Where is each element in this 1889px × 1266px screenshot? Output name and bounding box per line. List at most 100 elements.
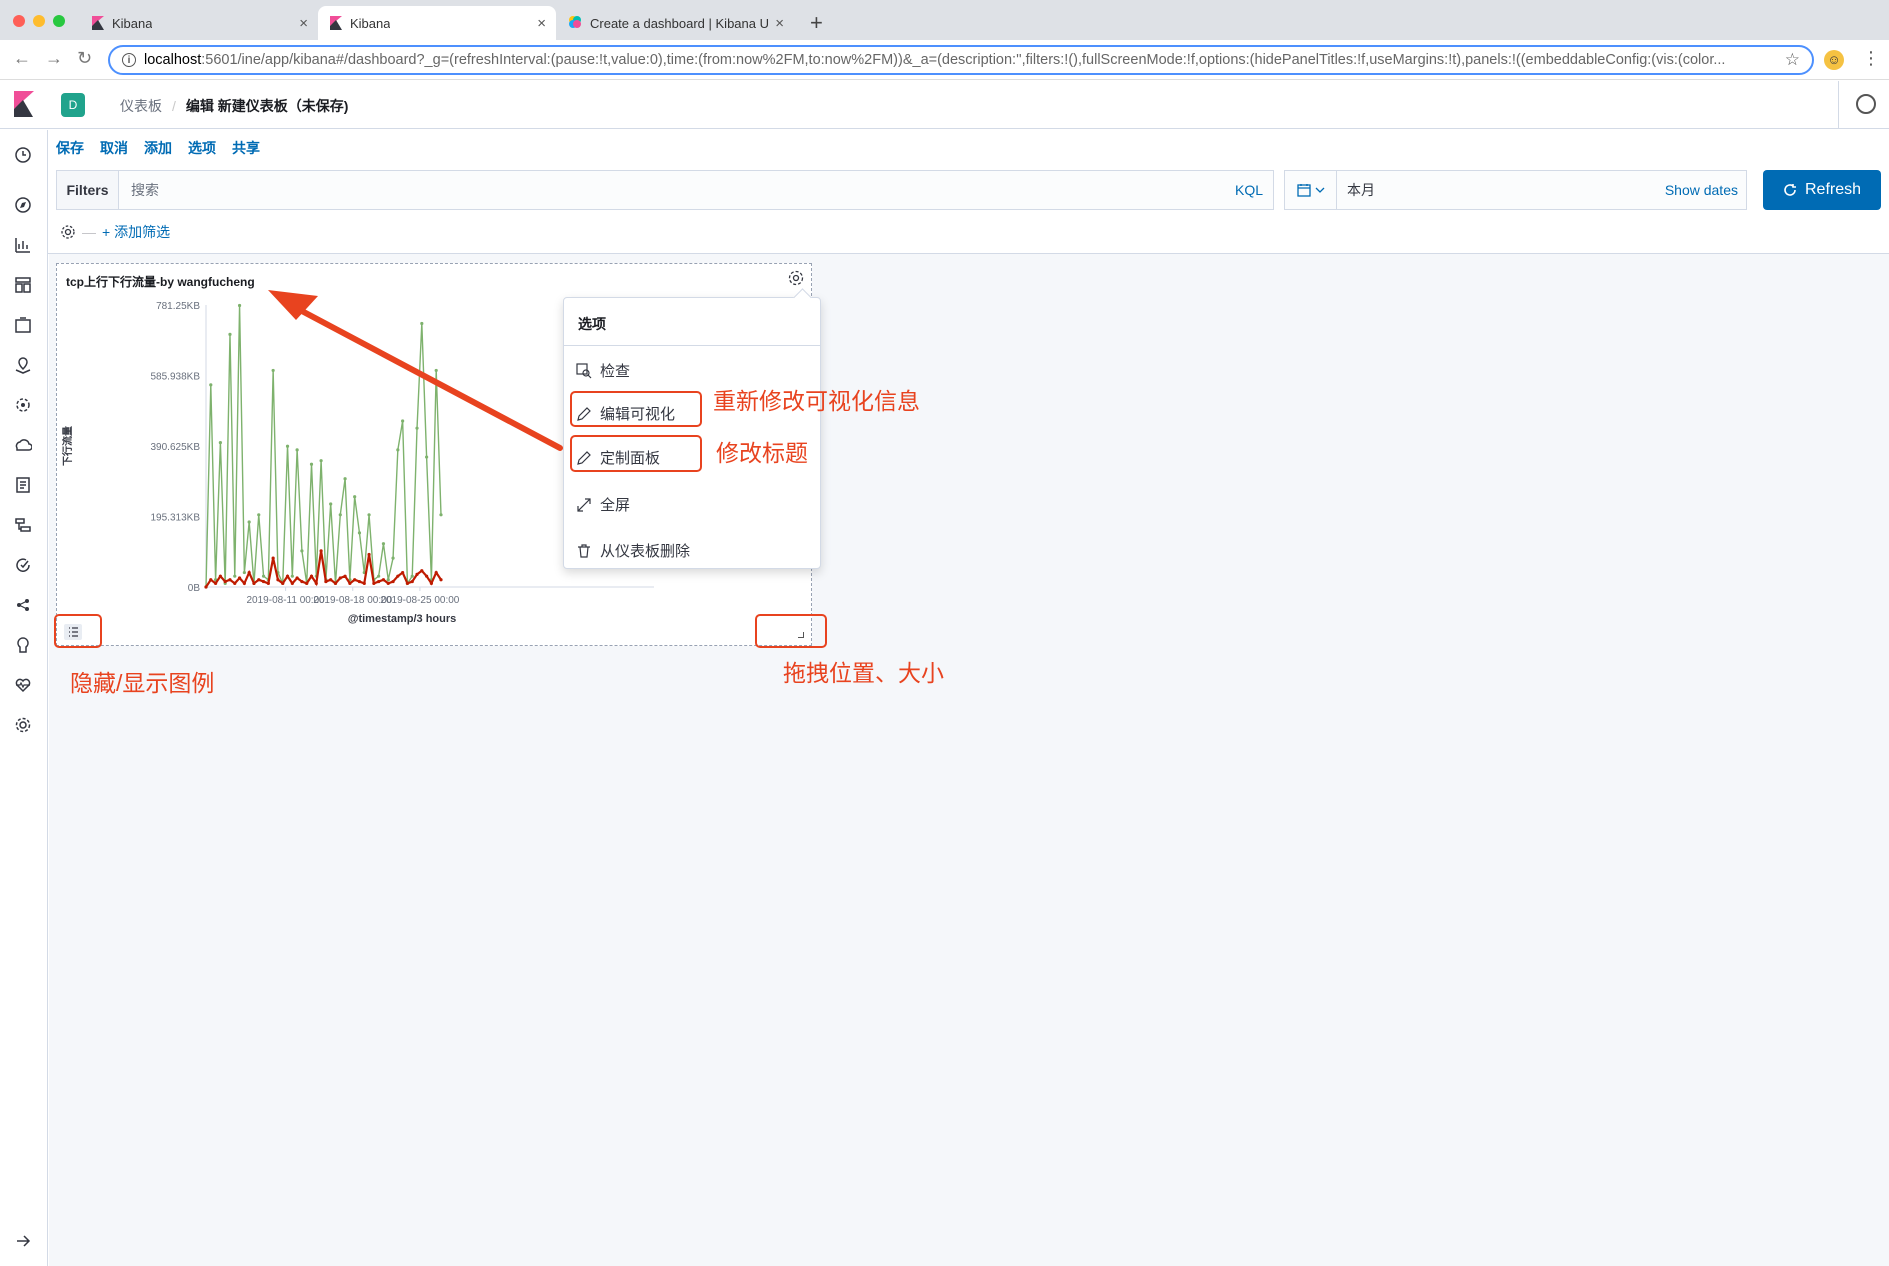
tab-title: Create a dashboard | Kibana U (590, 15, 769, 31)
data-point (247, 570, 251, 575)
graph-icon[interactable] (14, 596, 34, 616)
apm-icon[interactable] (14, 516, 34, 536)
data-point (257, 513, 261, 517)
data-point (405, 581, 410, 585)
maximize-window-button[interactable] (53, 15, 65, 27)
monitoring-icon[interactable] (14, 676, 34, 696)
data-point (357, 531, 362, 535)
help-icon[interactable] (1856, 94, 1876, 114)
logs-icon[interactable] (14, 476, 34, 496)
close-tab-icon[interactable]: × (775, 15, 784, 32)
data-point (381, 578, 386, 582)
data-point (324, 579, 328, 584)
infrastructure-icon[interactable] (14, 436, 34, 456)
kibana-logo-icon[interactable] (14, 91, 34, 117)
annotation-box-resize (755, 614, 827, 648)
browser-tab-active[interactable]: Kibana × (318, 6, 556, 40)
data-point (314, 581, 318, 585)
delete-from-dashboard-menu-item[interactable]: 从仪表板删除 (576, 540, 690, 561)
discover-compass-icon[interactable] (14, 196, 34, 216)
url-input[interactable]: i localhost:5601/ine/app/kibana#/dashboa… (108, 45, 1814, 75)
data-point (218, 574, 222, 578)
data-point (343, 477, 347, 481)
back-icon[interactable]: ← (13, 48, 31, 69)
recent-clock-icon[interactable] (14, 146, 34, 166)
breadcrumb-current: 编辑 新建仪表板（未保存) (185, 98, 349, 114)
query-bar: Filters KQL (56, 170, 1274, 210)
data-point (425, 455, 429, 459)
data-point (401, 419, 405, 423)
data-point (261, 574, 266, 578)
data-point (439, 578, 443, 582)
uptime-icon[interactable] (14, 556, 34, 576)
data-point (271, 368, 275, 373)
quick-select-button[interactable] (1285, 171, 1337, 209)
inspect-label: 检查 (600, 363, 631, 380)
expand-nav-arrow-icon[interactable] (14, 1232, 34, 1252)
data-point (434, 570, 438, 575)
data-point (415, 572, 419, 576)
profile-avatar-icon[interactable]: ☺ (1824, 50, 1844, 70)
visualize-icon[interactable] (14, 236, 34, 256)
data-point (353, 495, 357, 499)
dev-tools-icon[interactable] (14, 636, 34, 656)
forward-icon[interactable]: → (45, 48, 63, 69)
inspect-menu-item[interactable]: 检查 (576, 360, 630, 381)
info-icon[interactable]: i (122, 53, 136, 67)
dashboard-icon[interactable] (14, 276, 34, 296)
inspect-icon (576, 362, 592, 378)
x-axis-title: @timestamp/3 hours (348, 613, 457, 625)
show-dates-button[interactable]: Show dates (1665, 182, 1738, 198)
top-nav-menu: 保存 取消 添加 选项 共享 (56, 138, 260, 158)
breadcrumb-dashboard[interactable]: 仪表板 (120, 96, 162, 116)
data-point (386, 581, 390, 585)
tab-title: Kibana (350, 15, 391, 31)
breadcrumb-separator: / (172, 98, 176, 114)
data-point (410, 574, 414, 578)
close-tab-icon[interactable]: × (299, 15, 308, 32)
share-button[interactable]: 共享 (232, 138, 260, 158)
kql-toggle-button[interactable]: KQL (1235, 182, 1263, 198)
data-point (266, 581, 270, 585)
browser-tab[interactable]: Kibana × (80, 6, 318, 40)
data-point (377, 579, 381, 584)
data-point (439, 513, 443, 517)
minimize-window-button[interactable] (33, 15, 45, 27)
url-path: :5601/ine/app/kibana#/dashboard?_g=(refr… (201, 52, 1726, 68)
close-window-button[interactable] (13, 15, 25, 27)
canvas-icon[interactable] (14, 316, 34, 336)
breadcrumb: 仪表板 / 编辑 新建仪表板（未保存) (120, 96, 348, 116)
refresh-button[interactable]: Refresh (1763, 170, 1881, 210)
close-tab-icon[interactable]: × (537, 15, 546, 32)
search-input[interactable] (119, 171, 1235, 209)
browser-tab[interactable]: Create a dashboard | Kibana U × (556, 6, 794, 40)
add-button[interactable]: 添加 (144, 138, 172, 158)
kibana-favicon-icon (92, 16, 104, 30)
add-filter-button[interactable]: + 添加筛选 (102, 222, 170, 242)
date-range-value[interactable]: 本月 (1337, 180, 1665, 200)
data-point (401, 570, 405, 575)
refresh-icon (1784, 184, 1796, 196)
data-point (353, 578, 357, 582)
fullscreen-menu-item[interactable]: 全屏 (576, 494, 630, 515)
data-point (319, 459, 323, 463)
elastic-favicon-icon (568, 15, 582, 32)
series-line (205, 550, 442, 588)
data-point (228, 578, 232, 582)
ml-icon[interactable] (14, 396, 34, 416)
chevron-down-icon (1315, 187, 1324, 193)
options-button[interactable]: 选项 (188, 138, 216, 158)
filter-settings-gear-icon[interactable] (60, 224, 76, 240)
management-gear-icon[interactable] (14, 716, 34, 736)
y-axis-title: 下行流量 (61, 426, 74, 466)
save-button[interactable]: 保存 (56, 138, 84, 158)
space-avatar[interactable]: D (61, 93, 85, 117)
cancel-button[interactable]: 取消 (100, 138, 128, 158)
reload-icon[interactable]: ↻ (77, 48, 92, 69)
browser-menu-icon[interactable]: ⋮ (1862, 48, 1880, 69)
data-point (338, 576, 342, 580)
bookmark-star-icon[interactable]: ☆ (1785, 50, 1800, 70)
panel-options-gear-icon[interactable] (787, 269, 805, 287)
new-tab-icon[interactable]: + (810, 10, 823, 36)
maps-icon[interactable] (14, 356, 34, 376)
